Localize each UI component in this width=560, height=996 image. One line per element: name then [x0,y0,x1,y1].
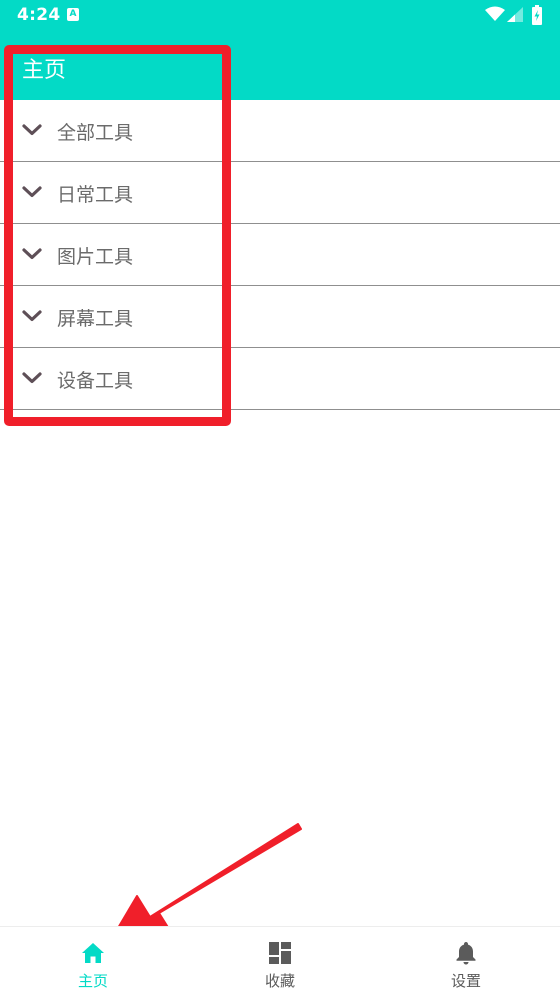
category-label: 屏幕工具 [57,308,134,330]
chevron-down-icon[interactable] [22,308,42,324]
chevron-down-icon[interactable] [22,370,42,386]
page-title: 主页 [22,58,67,83]
category-item-daily-tools[interactable]: 日常工具 [0,162,560,224]
category-label: 全部工具 [57,122,134,144]
battery-charging-icon [532,5,542,25]
category-label: 图片工具 [57,246,134,268]
nav-item-home[interactable]: 主页 [0,927,186,996]
category-item-all-tools[interactable]: 全部工具 [0,100,560,162]
wifi-icon [485,6,505,21]
bell-icon[interactable] [453,940,479,966]
nav-label-favorites: 收藏 [264,972,295,990]
category-item-device-tools[interactable]: 设备工具 [0,348,560,410]
category-label: 日常工具 [57,184,134,206]
chevron-down-icon[interactable] [22,246,42,262]
notification-icon: A [67,8,79,21]
chevron-down-icon[interactable] [22,184,42,200]
category-label: 设备工具 [57,370,134,392]
category-item-image-tools[interactable]: 图片工具 [0,224,560,286]
category-list: 全部工具 日常工具 图片工具 屏幕工具 设备工具 [0,100,560,410]
app-screen: 4:24 A 主页 全部工具 日常工具 图片工具 屏幕工具 设备工具 主页 收藏… [0,0,560,996]
nav-item-settings[interactable]: 设置 [373,927,559,996]
cell-signal-icon [507,7,523,22]
nav-label-settings: 设置 [450,972,481,990]
status-time: 4:24 [17,5,61,25]
status-bar: 4:24 A [0,0,560,32]
category-item-screen-tools[interactable]: 屏幕工具 [0,286,560,348]
nav-label-home: 主页 [77,972,108,990]
app-bar: 主页 [0,32,560,100]
chevron-down-icon[interactable] [22,122,42,138]
nav-item-favorites[interactable]: 收藏 [187,927,373,996]
bottom-navigation: 主页 收藏 设置 [0,926,560,996]
dashboard-icon[interactable] [267,940,293,966]
home-icon[interactable] [80,940,106,966]
